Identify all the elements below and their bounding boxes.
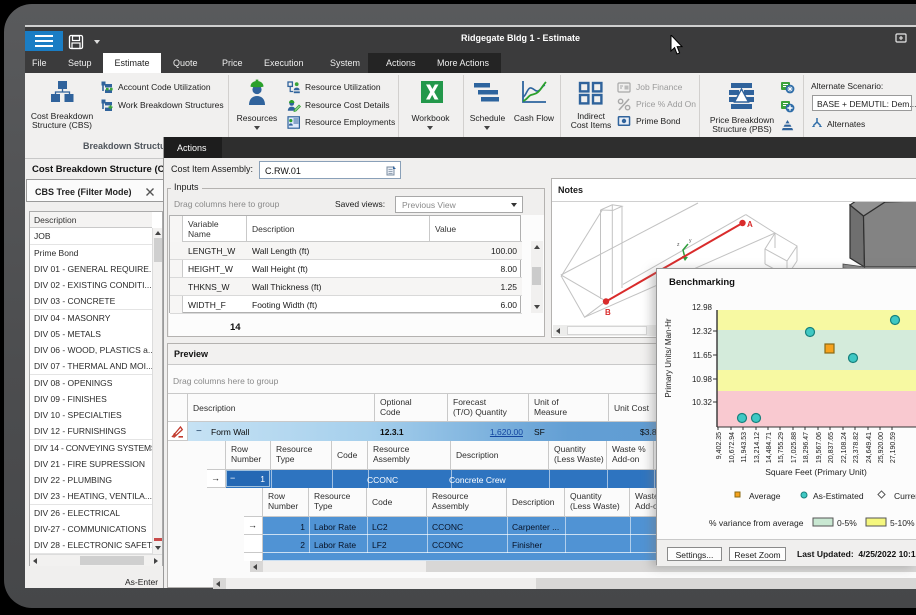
svg-text:12.98: 12.98 [692,303,713,312]
svg-text:0-5%: 0-5% [837,518,857,528]
svg-text:Square Feet (Primary Unit): Square Feet (Primary Unit) [765,467,867,477]
svg-text:z: z [677,242,680,248]
svg-text:17,025.88: 17,025.88 [791,432,798,463]
svg-text:13,214.12: 13,214.12 [754,432,761,463]
svg-text:10.32: 10.32 [692,398,713,407]
svg-text:18,296.47: 18,296.47 [803,432,810,463]
svg-text:A: A [747,220,753,229]
svg-text:20,837.65: 20,837.65 [828,432,835,463]
svg-text:11.65: 11.65 [693,351,713,360]
svg-text:23,378.82: 23,378.82 [853,432,860,463]
svg-text:22,108.24: 22,108.24 [841,432,848,463]
svg-text:19,567.06: 19,567.06 [816,432,823,463]
svg-text:10,672.94: 10,672.94 [729,432,736,463]
svg-text:24,649.41: 24,649.41 [866,432,873,463]
svg-text:12.32: 12.32 [692,327,713,336]
svg-text:Current: Current [894,491,916,501]
svg-text:As-Estimated: As-Estimated [813,491,864,501]
svg-text:5-10%: 5-10% [890,518,915,528]
svg-text:11,943.53: 11,943.53 [741,432,748,463]
svg-text:y: y [689,238,692,244]
svg-text:% variance from average: % variance from average [709,518,804,528]
svg-text:14,484.71: 14,484.71 [766,432,773,463]
svg-text:Primary Units/ Man-Hr: Primary Units/ Man-Hr [664,318,673,397]
svg-text:25,920.00: 25,920.00 [878,432,885,463]
svg-text:10.98: 10.98 [692,375,713,384]
svg-text:Average: Average [749,491,781,501]
svg-text:15,755.29: 15,755.29 [778,432,785,463]
svg-text:B: B [605,308,611,317]
svg-text:27,190.59: 27,190.59 [890,432,897,463]
svg-text:9,402.35: 9,402.35 [716,432,723,459]
